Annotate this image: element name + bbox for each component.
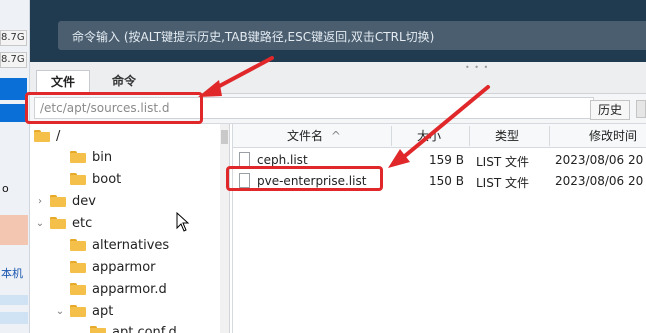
folder-icon: [90, 326, 106, 333]
tree-item-bin[interactable]: bin: [54, 147, 112, 167]
folder-icon: [34, 130, 50, 142]
file-type: LIST 文件: [476, 155, 529, 169]
folder-icon: [70, 151, 86, 163]
tree-item-label: /: [56, 128, 61, 144]
tree-item-boot[interactable]: boot: [54, 169, 121, 189]
folder-tree: / bin boot › dev ⌄ etc alternatives appa…: [30, 124, 230, 333]
left-label: o: [2, 182, 9, 195]
history-button[interactable]: 历史: [590, 100, 630, 120]
tree-item-label: alternatives: [92, 237, 170, 253]
tree-item-apparmor[interactable]: apparmor: [54, 257, 156, 277]
file-list-header: 文件名 ^ 大小 类型 修改时间: [233, 124, 646, 148]
tree-item-apparmor-d[interactable]: apparmor.d: [54, 279, 167, 299]
chevron-down-icon[interactable]: ⌄: [34, 218, 46, 229]
terminal-area[interactable]: 命令输入 (按ALT键提示历史,TAB键路径,ESC键返回,双击CTRL切换) …: [30, 0, 646, 62]
scroll-up-button[interactable]: [636, 100, 646, 118]
tree-item-label: bin: [92, 149, 113, 165]
selected-row-highlight: [0, 78, 27, 100]
tab-command[interactable]: 命令: [96, 70, 152, 94]
annotation-highlight-path: [25, 92, 203, 124]
file-size: 159 B: [429, 153, 464, 167]
tree-item-label: etc: [72, 215, 93, 231]
chevron-down-icon[interactable]: ⌄: [54, 306, 66, 317]
file-size: 150 B: [429, 174, 464, 188]
tree-item-apt-conf-d[interactable]: apt.conf.d: [90, 322, 177, 333]
folder-icon: [70, 173, 86, 185]
file-modified: 2023/08/06 20: [555, 174, 644, 188]
folder-icon: [70, 283, 86, 295]
tree-item-label: apt.conf.d: [112, 324, 177, 333]
disk-usage-cell: 8.7G: [0, 30, 27, 46]
folder-icon: [50, 217, 66, 229]
chevron-right-icon[interactable]: ›: [34, 196, 46, 207]
usage-chart: [0, 295, 28, 305]
tab-file[interactable]: 文件: [36, 70, 90, 94]
usage-chart: [0, 312, 28, 324]
column-header-modified[interactable]: 修改时间: [589, 124, 637, 148]
tree-item-dev[interactable]: › dev: [34, 191, 96, 211]
file-type: LIST 文件: [476, 176, 529, 190]
file-modified: 2023/08/06 20: [555, 153, 644, 167]
tree-item-label: apt: [92, 303, 114, 319]
file-name: ceph.list: [257, 153, 308, 167]
column-divider[interactable]: [549, 126, 550, 146]
tree-item-label: boot: [92, 171, 122, 187]
usage-chart: [0, 215, 28, 245]
column-header-name[interactable]: 文件名 ^: [287, 124, 341, 148]
mouse-cursor-icon: [176, 212, 190, 232]
tree-item-label: dev: [72, 193, 96, 209]
tab-bar: 文件 命令: [30, 62, 646, 94]
tree-item-label: apparmor: [92, 259, 156, 275]
column-divider[interactable]: [469, 126, 470, 146]
tree-item-etc[interactable]: ⌄ etc: [34, 213, 92, 233]
left-side-panel: 8.7G 8.7G o 本机: [0, 0, 30, 333]
tree-item-root[interactable]: /: [34, 126, 60, 146]
sort-asc-icon: ^: [330, 129, 341, 143]
folder-icon: [70, 239, 86, 251]
file-icon: [239, 152, 250, 167]
resize-grip[interactable]: • • •: [465, 63, 489, 72]
folder-icon: [70, 305, 86, 317]
command-input[interactable]: 命令输入 (按ALT键提示历史,TAB键路径,ESC键返回,双击CTRL切换) …: [58, 21, 646, 50]
tree-item-alternatives[interactable]: alternatives: [54, 235, 169, 255]
command-input-placeholder: 命令输入 (按ALT键提示历史,TAB键路径,ESC键返回,双击CTRL切换): [72, 30, 435, 44]
disk-usage-cell: 8.7G: [0, 52, 27, 68]
folder-icon: [50, 195, 66, 207]
file-list: 文件名 ^ 大小 类型 修改时间 ceph.list 159 B LIST 文件…: [232, 124, 646, 333]
tree-item-label: apparmor.d: [92, 281, 167, 297]
column-divider[interactable]: [391, 126, 392, 146]
column-header-size[interactable]: 大小: [417, 124, 441, 148]
scrollbar-thumb[interactable]: [221, 130, 228, 144]
tree-item-apt[interactable]: ⌄ apt: [54, 301, 114, 321]
column-header-label: 文件名: [287, 129, 324, 143]
selected-row-highlight: [0, 104, 27, 122]
column-header-type[interactable]: 类型: [495, 124, 519, 148]
annotation-highlight-file: [226, 166, 383, 191]
local-machine-label[interactable]: 本机: [1, 265, 23, 281]
folder-icon: [70, 261, 86, 273]
tree-scrollbar[interactable]: [220, 124, 229, 333]
